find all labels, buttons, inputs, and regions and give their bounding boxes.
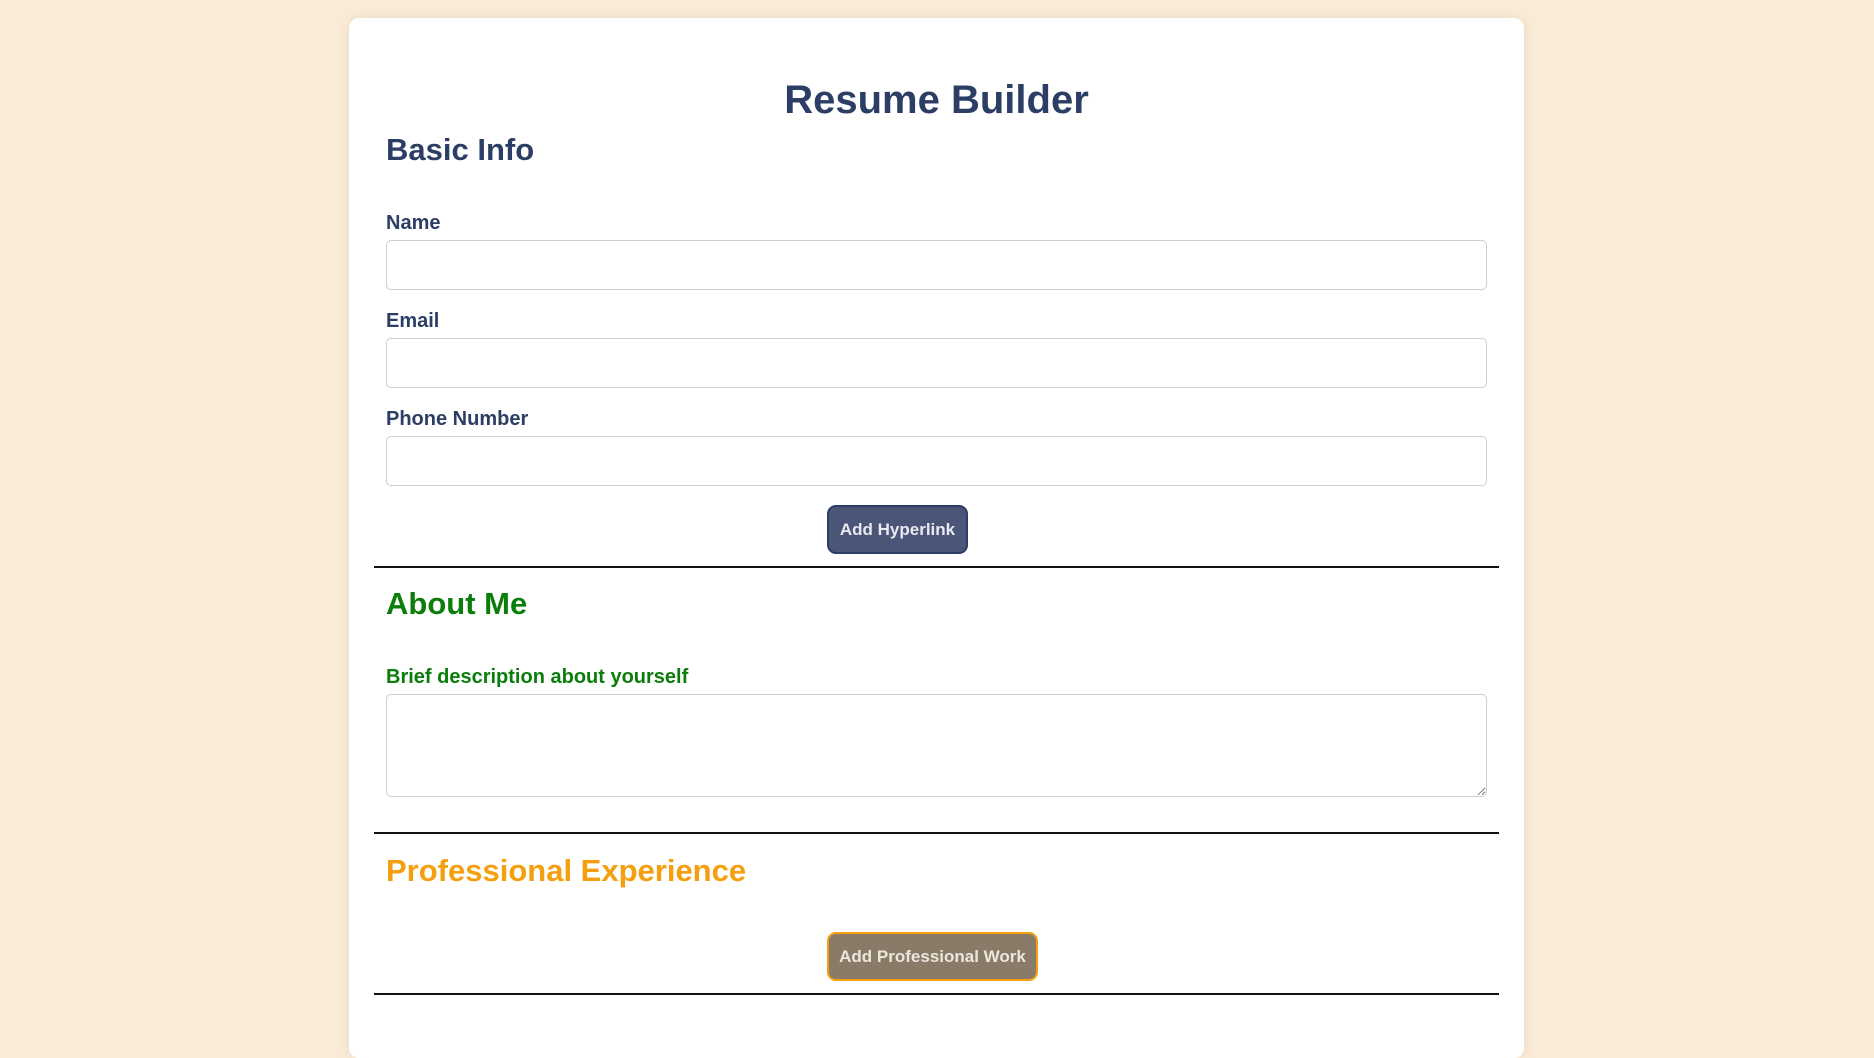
section-divider bbox=[374, 832, 1499, 834]
email-label: Email bbox=[386, 310, 440, 332]
about-me-heading: About Me bbox=[386, 586, 528, 621]
section-divider bbox=[374, 566, 1499, 568]
professional-experience-heading: Professional Experience bbox=[386, 853, 747, 888]
add-professional-work-button[interactable]: Add Professional Work bbox=[827, 932, 1038, 981]
basic-info-heading: Basic Info bbox=[386, 132, 535, 167]
name-input[interactable] bbox=[386, 240, 1487, 290]
description-label: Brief description about yourself bbox=[386, 666, 689, 688]
phone-number-input[interactable] bbox=[386, 436, 1487, 486]
email-input[interactable] bbox=[386, 338, 1487, 388]
phone-number-label: Phone Number bbox=[386, 408, 529, 430]
description-textarea[interactable] bbox=[386, 694, 1487, 797]
section-divider bbox=[374, 993, 1499, 995]
page-title: Resume Builder bbox=[784, 78, 1089, 122]
name-label: Name bbox=[386, 212, 441, 234]
resume-builder-card: Resume Builder Basic Info Name Email Pho… bbox=[349, 18, 1524, 1058]
add-hyperlink-button[interactable]: Add Hyperlink bbox=[827, 505, 968, 554]
